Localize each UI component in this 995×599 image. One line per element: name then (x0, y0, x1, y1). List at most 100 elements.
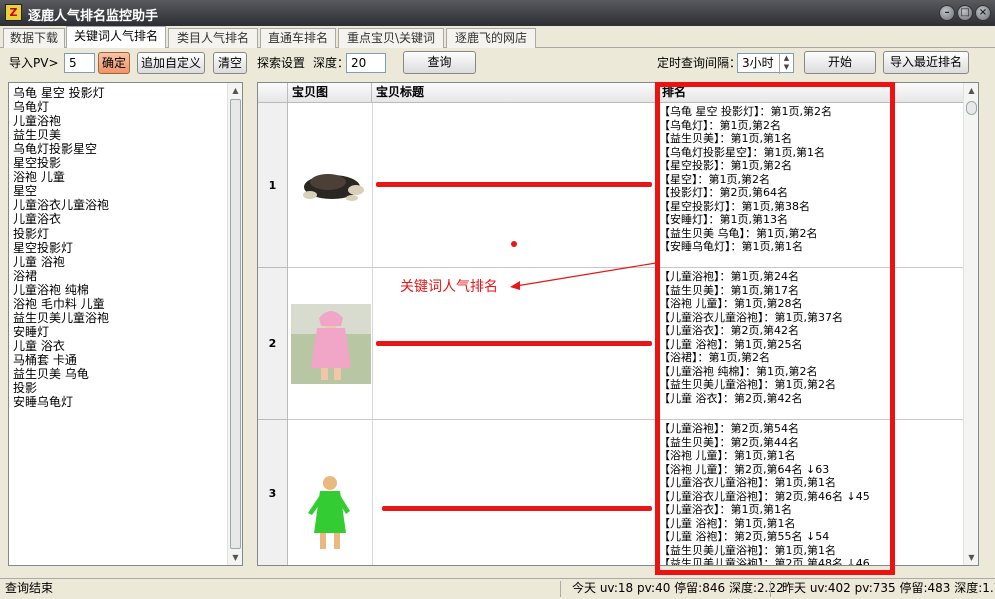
rank-entry: 【儿童 浴袍】：第1页,第1名 (659, 516, 796, 530)
keyword-list-item[interactable]: 儿童 浴衣 (13, 339, 65, 353)
keyword-list-item[interactable]: 星空投影灯 (13, 241, 73, 255)
scroll-up-icon[interactable]: ▲ (964, 83, 978, 98)
minimize-button[interactable]: – (939, 5, 955, 21)
tab-through-train-ranking[interactable]: 直通车排名 (260, 28, 336, 48)
keyword-list-item[interactable]: 投影 (13, 381, 37, 395)
interval-select[interactable]: 3小时 ▲ ▼ (737, 53, 794, 74)
keyword-list-item[interactable]: 浴袍 毛巾料 儿童 (13, 297, 105, 311)
rank-entry: 【儿童 浴袍】：第2页,第55名 ↓54 (659, 530, 830, 543)
add-custom-button[interactable]: 追加自定义 (137, 52, 205, 74)
grid-scrollbar[interactable]: ▲ ▼ (963, 83, 978, 565)
depth-input[interactable]: 20 (346, 53, 386, 73)
redacted-title (376, 182, 652, 187)
keyword-list-item[interactable]: 安睡灯 (13, 325, 49, 339)
annotation-label: 关键词人气排名 (400, 279, 498, 295)
tab-bar: 数据下载 关键词人气排名 类目人气排名 直通车排名 重点宝贝\关键词 逐鹿飞的网… (0, 26, 995, 48)
rank-entry: 【儿童浴衣】：第1页,第1名 (659, 503, 792, 516)
keyword-list-item[interactable]: 乌龟 星空 投影灯 (13, 86, 105, 100)
rank-entry: 【儿童浴袍 纯棉】：第1页,第2名 (659, 364, 818, 378)
close-button[interactable]: × (975, 5, 991, 21)
row-number-header (258, 83, 288, 103)
rank-entry: 【儿童浴衣】：第2页,第42名 (659, 324, 799, 337)
status-today-stats: 今天 uv:18 pv:40 停留:846 深度:2.22 (572, 581, 784, 595)
app-icon: Z (5, 4, 22, 21)
keyword-list-item[interactable]: 乌龟灯投影星空 (13, 142, 97, 156)
search-settings-label: 探索设置 (257, 56, 306, 70)
keyword-list-item[interactable]: 浴裙 (13, 269, 37, 283)
scroll-thumb[interactable] (966, 101, 977, 115)
keyword-list-item[interactable]: 儿童浴衣儿童浴袍 (13, 198, 109, 212)
rank-entry: 【益生贝美 乌龟】：第1页,第2名 (659, 226, 818, 240)
rank-entry: 【安睡乌龟灯】：第1页,第1名 (659, 240, 803, 253)
keyword-list-item[interactable]: 乌龟灯 (13, 100, 49, 114)
status-bar: 查询结束 今天 uv:18 pv:40 停留:846 深度:2.22 昨天 uv… (0, 578, 995, 599)
rank-entry: 【浴裙】：第1页,第2名 (659, 351, 770, 364)
rank-entry: 【浴袍 儿童】：第1页,第28名 (659, 297, 803, 310)
scroll-down-icon[interactable]: ▼ (964, 550, 978, 565)
rank-entry: 【浴袍 儿童】：第1页,第1名 (659, 449, 796, 462)
rank-entry: 【儿童浴衣儿童浴袍】：第1页,第37名 (659, 310, 843, 324)
rank-entry: 【乌龟灯投影星空】：第1页,第1名 (659, 145, 825, 159)
window-title: 逐鹿人气排名监控助手 (28, 9, 159, 24)
keyword-list-item[interactable]: 儿童浴袍 (13, 114, 61, 128)
rank-entry: 【儿童浴衣儿童浴袍】：第2页,第46名 ↓45 (659, 489, 870, 503)
rank-entry: 【儿童 浴袍】：第1页,第25名 (659, 337, 803, 351)
pink-bathrobe-child-image (291, 304, 371, 384)
keyword-list-item[interactable]: 儿童浴袍 纯棉 (13, 283, 89, 297)
image-column-header[interactable]: 宝贝图 (288, 83, 372, 103)
rank-entry: 【儿童浴袍】：第2页,第54名 (659, 422, 799, 435)
keyword-list-item[interactable]: 浴袍 儿童 (13, 170, 65, 184)
interval-value: 3小时 (742, 56, 774, 70)
keyword-list-scrollbar[interactable]: ▲ ▼ (227, 83, 242, 565)
status-message: 查询结束 (5, 581, 54, 595)
tab-data-download[interactable]: 数据下载 (3, 28, 65, 48)
rank-entry: 【益生贝美】：第1页,第1名 (659, 132, 792, 145)
rank-entry: 【儿童浴袍】：第1页,第24名 (659, 270, 799, 283)
keyword-list-item[interactable]: 儿童浴衣 (13, 212, 61, 226)
start-button[interactable]: 开始 (804, 51, 876, 74)
row-number[interactable]: 1 (258, 103, 288, 268)
tab-shop[interactable]: 逐鹿飞的网店 (446, 28, 536, 48)
scroll-down-icon[interactable]: ▼ (228, 550, 243, 565)
keyword-list-item[interactable]: 投影灯 (13, 227, 49, 241)
keyword-list-item[interactable]: 益生贝美 乌龟 (13, 367, 89, 381)
rank-column-header[interactable]: 排名 (658, 83, 964, 103)
green-bathrobe-child-image (308, 476, 350, 549)
scroll-up-icon[interactable]: ▲ (228, 83, 243, 98)
tab-key-items[interactable]: 重点宝贝\关键词 (338, 28, 444, 48)
rank-entry: 【儿童 浴衣】：第2页,第42名 (659, 391, 803, 405)
keyword-list-item[interactable]: 马桶套 卡通 (13, 353, 77, 367)
depth-label: 深度： (313, 56, 350, 70)
keyword-list-item[interactable]: 安睡乌龟灯 (13, 395, 73, 409)
keyword-list-item[interactable]: 儿童 浴袍 (13, 255, 65, 269)
rank-entry: 【益生贝美】：第2页,第44名 (659, 435, 799, 449)
keyword-list-item[interactable]: 星空 (13, 184, 37, 198)
rank-entry: 【益生贝美】：第1页,第17名 (659, 283, 799, 297)
title-bar: Z 逐鹿人气排名监控助手 – □ × (0, 0, 995, 26)
interval-spinner[interactable]: ▲ ▼ (779, 54, 793, 74)
tab-category-ranking[interactable]: 类目人气排名 (168, 28, 258, 48)
keyword-list[interactable]: 乌龟 星空 投影灯 乌龟灯 儿童浴袍 益生贝美 乌龟灯投影星空 星空投影 浴袍 儿童 星空 儿童… (8, 82, 243, 566)
rank-entry: 【安睡灯】：第1页,第13名 (659, 213, 788, 226)
confirm-button[interactable]: 确定 (98, 52, 130, 74)
scroll-thumb[interactable] (230, 99, 241, 549)
title-column-header[interactable]: 宝贝标题 (372, 83, 658, 103)
ranking-grid: 宝贝图 宝贝标题 排名 1 2 3 【乌龟 星空 投影灯】：第1页,第2名 【乌龟 (257, 82, 979, 566)
clear-button[interactable]: 清空 (213, 52, 247, 74)
rank-entry: 【儿童浴衣儿童浴袍】：第1页,第1名 (659, 476, 836, 489)
row-number[interactable]: 2 (258, 268, 288, 420)
import-pv-input[interactable]: 5 (64, 53, 95, 73)
spin-up-icon[interactable]: ▲ (780, 54, 793, 63)
row-number[interactable]: 3 (258, 420, 288, 565)
keyword-list-item[interactable]: 益生贝美儿童浴袍 (13, 311, 109, 325)
query-button[interactable]: 查询 (403, 51, 476, 74)
keyword-list-item[interactable]: 星空投影 (13, 156, 61, 170)
keyword-list-item[interactable]: 益生贝美 (13, 128, 61, 142)
tab-keyword-ranking[interactable]: 关键词人气排名 (66, 26, 166, 48)
interval-label: 定时查询间隔： (657, 56, 742, 70)
spin-down-icon[interactable]: ▼ (780, 63, 793, 72)
status-yesterday-stats: 昨天 uv:402 pv:735 停留:483 深度:1.71 (782, 581, 995, 595)
maximize-button[interactable]: □ (957, 5, 973, 21)
import-recent-button[interactable]: 导入最近排名 (883, 51, 969, 74)
status-divider (560, 581, 561, 597)
